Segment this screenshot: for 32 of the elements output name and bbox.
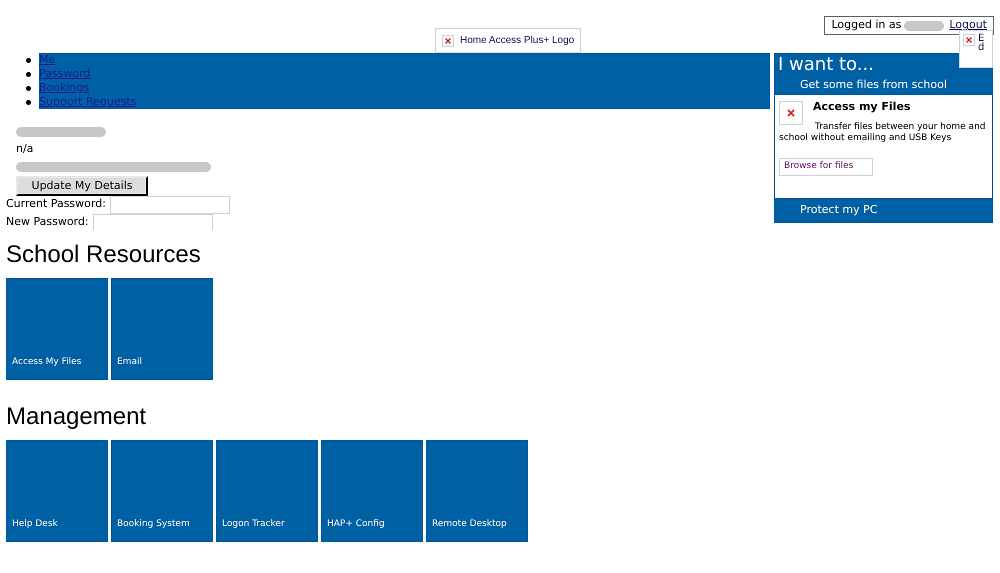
browse-files-link[interactable]: Browse for files <box>779 158 873 176</box>
group-heading: School Resources <box>6 240 202 270</box>
login-label: Logged in as <box>831 17 902 34</box>
redaction-mark <box>904 20 944 30</box>
field-label: Current Password: <box>6 196 106 212</box>
tile[interactable]: Remote Desktop <box>426 440 528 542</box>
tile[interactable]: Booking System <box>111 440 213 542</box>
password-field[interactable] <box>92 214 213 230</box>
panel-title: I want to... <box>777 54 875 76</box>
section-header[interactable]: Get some files from school <box>775 76 992 95</box>
tile[interactable]: Help Desk <box>6 440 108 542</box>
field-label: New Password: <box>6 214 89 230</box>
password-field[interactable] <box>110 196 230 214</box>
item-title: Access my Files <box>813 99 910 115</box>
logout-link[interactable]: Logout <box>949 17 987 34</box>
update-details-button[interactable]: Update My Details <box>16 176 148 196</box>
logo-alt-text: Home Access Plus+ Logo <box>460 34 574 48</box>
tile[interactable]: Email <box>111 278 213 380</box>
tile[interactable]: HAP+ Config <box>321 440 423 542</box>
broken-image-icon <box>442 34 454 46</box>
bullet-icon <box>26 86 31 90</box>
section-header[interactable]: Protect my PC <box>775 198 992 222</box>
bullet-icon <box>26 100 31 104</box>
group-heading: Management <box>6 402 148 432</box>
tile[interactable]: Access My Files <box>6 278 108 380</box>
tile[interactable]: Logon Tracker <box>216 440 318 542</box>
bullet-icon <box>26 58 31 62</box>
broken-image-icon <box>963 34 975 46</box>
broken-image-alt-text: Ed <box>978 34 984 55</box>
department-text: n/a <box>16 141 34 157</box>
bullet-icon <box>26 72 31 76</box>
item-description: Transfer files between your home and school without emailing and USB Keys <box>779 122 986 144</box>
